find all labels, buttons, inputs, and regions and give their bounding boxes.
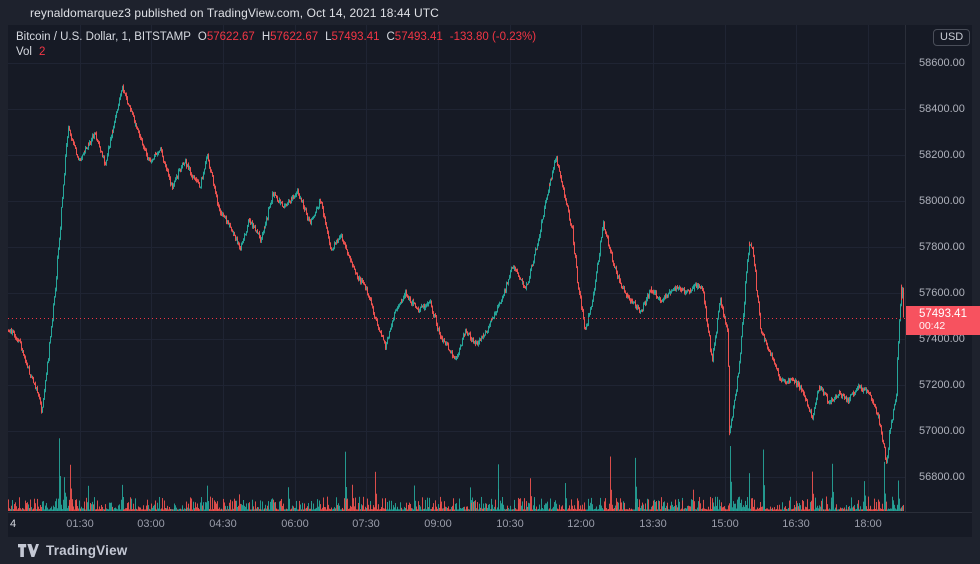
- time-tick-label: 4: [10, 518, 17, 530]
- price-tick-label: 58200.00: [919, 149, 965, 161]
- open-label: O: [197, 31, 207, 43]
- price-tick-label: 57600.00: [919, 287, 965, 299]
- price-tick-label: 57200.00: [919, 379, 965, 391]
- time-tick-label: 10:30: [496, 518, 524, 530]
- volume-label: Vol: [16, 46, 32, 58]
- volume-value: 2: [39, 46, 46, 58]
- high-label: H: [261, 31, 271, 43]
- price-tick-label: 57800.00: [919, 241, 965, 253]
- legend-row-ohlc: Bitcoin / U.S. Dollar, 1, BITSTAMP O57622…: [16, 30, 536, 44]
- chart-panel: Bitcoin / U.S. Dollar, 1, BITSTAMP O57622…: [8, 25, 980, 537]
- snapshot-frame: reynaldomarquez3 published on TradingVie…: [0, 0, 980, 564]
- legend-row-volume: Vol 2: [16, 45, 536, 59]
- tradingview-logo-icon: [18, 544, 39, 557]
- price-tick-label: 58600.00: [919, 57, 965, 69]
- tradingview-logo-link[interactable]: TradingView: [18, 543, 127, 558]
- price-tick-label: 57400.00: [919, 333, 965, 345]
- close-value: 57493.41: [394, 31, 443, 43]
- price-tick-label: 58400.00: [919, 103, 965, 115]
- price-axis[interactable]: USD 58600.00 58400.00 58200.00 58000.00 5780…: [906, 25, 972, 512]
- price-tick-label: 56800.00: [919, 471, 965, 483]
- time-tick-label: 09:00: [424, 518, 452, 530]
- time-tick-label: 07:30: [352, 518, 380, 530]
- close-label: C: [386, 31, 395, 43]
- time-tick-label: 18:00: [854, 518, 882, 530]
- high-value: 57622.67: [270, 31, 319, 43]
- price-chart-canvas[interactable]: [8, 25, 905, 512]
- tradingview-logo-text: TradingView: [46, 543, 128, 558]
- time-tick-label: 13:30: [639, 518, 667, 530]
- symbol-title: Bitcoin / U.S. Dollar, 1, BITSTAMP: [16, 31, 191, 43]
- price-tick-label: 57000.00: [919, 425, 965, 437]
- time-tick-label: 04:30: [209, 518, 237, 530]
- last-price-label: 57493.41 00:42: [906, 305, 980, 335]
- time-axis[interactable]: 4 01:30 03:00 04:30 06:00 07:30 09:00 10:30 12:0…: [8, 512, 905, 537]
- currency-badge: USD: [933, 29, 971, 46]
- symbol-legend[interactable]: Bitcoin / U.S. Dollar, 1, BITSTAMP O57622…: [16, 30, 536, 59]
- footer-bar: TradingView: [0, 537, 980, 564]
- change-value: -133.80 (-0.23%): [449, 31, 537, 43]
- price-tick-label: 58000.00: [919, 195, 965, 207]
- bar-countdown: 00:42: [919, 319, 946, 332]
- time-tick-label: 03:00: [137, 518, 165, 530]
- time-tick-label: 15:00: [711, 518, 739, 530]
- publish-bar: reynaldomarquez3 published on TradingVie…: [0, 0, 980, 25]
- time-tick-label: 06:00: [281, 518, 309, 530]
- time-tick-label: 01:30: [66, 518, 94, 530]
- time-tick-label: 16:30: [782, 518, 810, 530]
- publish-attribution: reynaldomarquez3 published on TradingVie…: [30, 5, 439, 20]
- open-value: 57622.67: [206, 31, 255, 43]
- last-price-value: 57493.41: [919, 307, 967, 320]
- time-tick-label: 12:00: [567, 518, 595, 530]
- low-value: 57493.41: [331, 31, 380, 43]
